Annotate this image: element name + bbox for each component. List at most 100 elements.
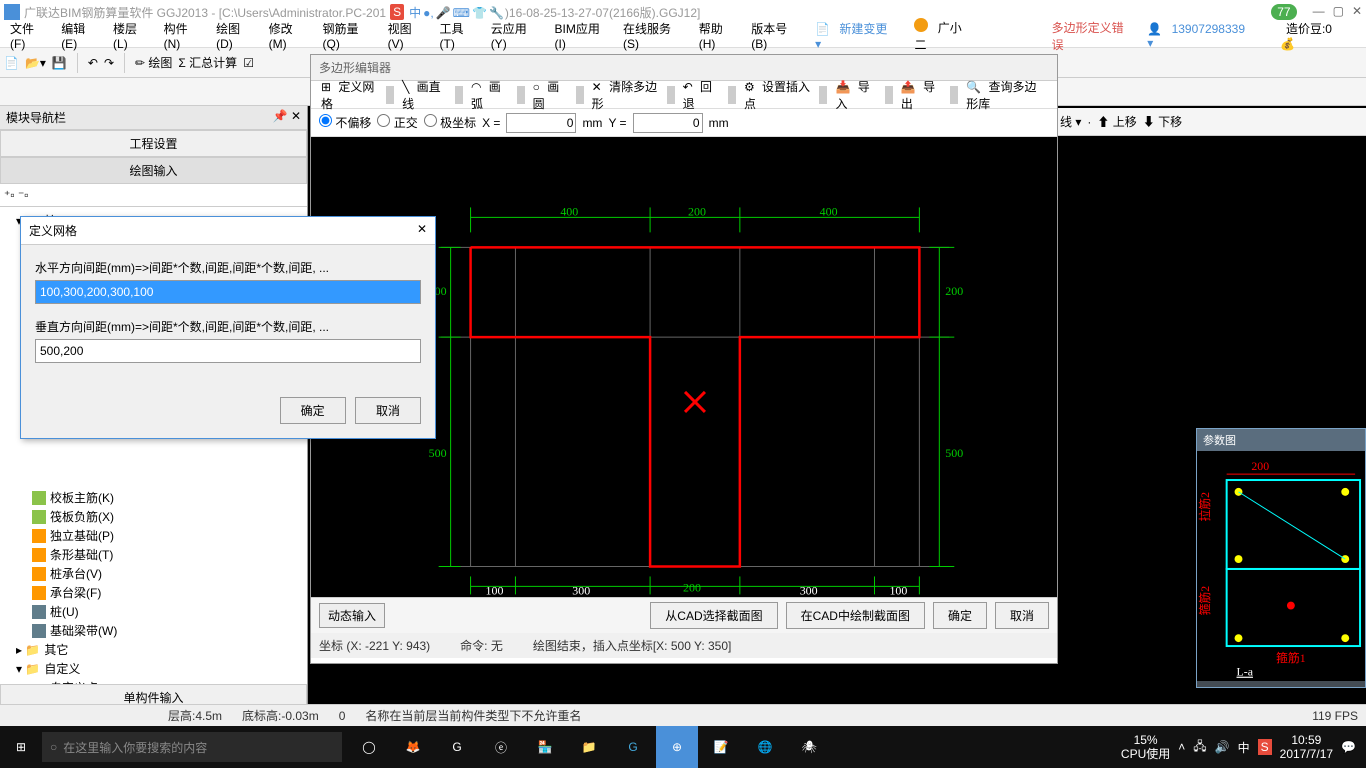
task-icon[interactable]: 🕷 [788, 726, 830, 768]
parameter-panel[interactable]: 参数图 200 拉筋2 箍筋2 箍筋1 L-a [1196, 428, 1366, 688]
clock[interactable]: 10:592017/7/17 [1280, 733, 1333, 762]
new-change[interactable]: 📄 新建变更 ▾ [809, 18, 908, 53]
task-icon[interactable]: G [612, 726, 654, 768]
opt-ortho[interactable]: 正交 [377, 114, 417, 131]
tray-net-icon[interactable]: 🖧 [1193, 737, 1206, 758]
menu-edit[interactable]: 编辑(E) [55, 18, 107, 53]
dialog-ok-button[interactable]: 确定 [280, 397, 346, 424]
expand-icon[interactable]: ⁺▫ [4, 188, 15, 202]
notification-icon[interactable]: 💬 [1341, 740, 1356, 754]
search-box[interactable]: ○ 在这里输入你要搜索的内容 [42, 732, 342, 762]
task-icon[interactable]: ⊕ [656, 726, 698, 768]
redo-icon[interactable]: ↷ [104, 56, 114, 70]
v-spacing-label: 垂直方向间距(mm)=>间距*个数,间距,间距*个数,间距, ... [35, 318, 421, 335]
save-icon[interactable]: 💾 [52, 56, 67, 70]
menu-modify[interactable]: 修改(M) [263, 18, 317, 53]
opt-no-offset[interactable]: 不偏移 [319, 114, 371, 131]
back-button[interactable]: ↶ 回退 [679, 76, 724, 114]
collapse-icon[interactable]: ⁻▫ [18, 188, 29, 202]
draw-line-button[interactable]: ╲ 画直线 [398, 76, 451, 114]
undo-icon[interactable]: ↶ [88, 56, 98, 70]
draw-button[interactable]: ✏ 绘图 [135, 54, 172, 71]
tray-up-icon[interactable]: ˄ [1178, 740, 1185, 754]
phone-label[interactable]: 👤 13907298339 ▾ [1141, 20, 1266, 52]
nav-header: 模块导航栏 📌 ✕ [0, 106, 307, 130]
insert-point-button[interactable]: ⚙ 设置插入点 [740, 76, 816, 114]
menu-tool[interactable]: 工具(T) [434, 18, 485, 53]
svg-text:200: 200 [688, 204, 706, 218]
dynamic-input-button[interactable]: 动态输入 [319, 603, 385, 628]
group-other[interactable]: ▸ 📁 其它 [2, 640, 305, 659]
up-btn[interactable]: ⬆ 上移 [1097, 113, 1136, 130]
dialog-cancel-button[interactable]: 取消 [355, 397, 421, 424]
dou-label[interactable]: 造价豆:0 💰 [1274, 18, 1362, 53]
tree-item[interactable]: 桩(U) [2, 602, 305, 621]
task-icon[interactable]: 📁 [568, 726, 610, 768]
close-pane-icon[interactable]: ✕ [291, 109, 301, 123]
poly-status: 坐标 (X: -221 Y: 943) 命令: 无 绘图结束，插入点坐标[X: … [311, 633, 1057, 658]
menu-cloud[interactable]: 云应用(Y) [485, 18, 549, 53]
group-custom[interactable]: ▾ 📁 自定义 [2, 659, 305, 678]
tray-vol-icon[interactable]: 🔊 [1215, 740, 1230, 754]
tab-project-settings[interactable]: 工程设置 [0, 130, 307, 157]
opt-polar[interactable]: 极坐标 [424, 114, 476, 131]
menu-bim[interactable]: BIM应用(I) [549, 18, 617, 53]
task-icon[interactable]: ◯ [348, 726, 390, 768]
menu-member[interactable]: 构件(N) [158, 18, 211, 53]
menu-rebar[interactable]: 钢筋量(Q) [317, 18, 382, 53]
menu-floor[interactable]: 楼层(L) [107, 18, 158, 53]
task-icon[interactable]: 🌐 [744, 726, 786, 768]
open-icon[interactable]: 📂▾ [25, 56, 46, 70]
svg-text:200: 200 [945, 284, 963, 298]
draw-circle-button[interactable]: ○ 画圆 [529, 76, 572, 114]
poly-ok-button[interactable]: 确定 [933, 602, 987, 629]
tree-item[interactable]: 筏板负筋(X) [2, 507, 305, 526]
tree-item[interactable]: 校板主筋(K) [2, 488, 305, 507]
tree-item[interactable]: 基础梁带(W) [2, 621, 305, 640]
define-grid-button[interactable]: ⊞ 定义网格 [317, 76, 382, 114]
down-btn[interactable]: ⬇ 下移 [1143, 113, 1182, 130]
export-button[interactable]: 📤 导出 [897, 76, 946, 114]
task-icon[interactable]: 📝 [700, 726, 742, 768]
menu-help[interactable]: 帮助(H) [693, 18, 746, 53]
pin-icon[interactable]: 📌 [273, 109, 288, 123]
user-label[interactable]: 广小二 [908, 16, 985, 55]
check-icon[interactable]: ☑ [243, 56, 254, 70]
menu-file[interactable]: 文件(F) [4, 18, 55, 53]
cad-draw-button[interactable]: 在CAD中绘制截面图 [786, 602, 925, 629]
tree-item[interactable]: 条形基础(T) [2, 545, 305, 564]
menubar: 文件(F) 编辑(E) 楼层(L) 构件(N) 绘图(D) 修改(M) 钢筋量(… [0, 24, 1366, 48]
new-icon[interactable]: 📄 [4, 56, 19, 70]
status-coord: 坐标 (X: -221 Y: 943) [319, 637, 430, 654]
sum-button[interactable]: Σ 汇总计算 [178, 54, 237, 71]
task-icon[interactable]: G [436, 726, 478, 768]
cad-select-button[interactable]: 从CAD选择截面图 [650, 602, 777, 629]
menu-online[interactable]: 在线服务(S) [617, 18, 693, 53]
menu-draw[interactable]: 绘图(D) [210, 18, 263, 53]
tree-item[interactable]: 桩承台(V) [2, 564, 305, 583]
tree-item[interactable]: 承台梁(F) [2, 583, 305, 602]
tray-sogou-icon[interactable]: S [1258, 739, 1272, 755]
v-spacing-input[interactable] [35, 339, 421, 363]
h-spacing-input[interactable] [35, 280, 421, 304]
clear-poly-button[interactable]: ✕ 清除多边形 [588, 76, 663, 114]
tree-item[interactable]: 独立基础(P) [2, 526, 305, 545]
x-input[interactable] [506, 113, 576, 133]
task-icon[interactable]: ⓔ [480, 726, 522, 768]
task-icon[interactable]: 🦊 [392, 726, 434, 768]
system-tray[interactable]: 15%CPU使用 ˄ 🖧 🔊 中 S 10:592017/7/17 💬 [1111, 733, 1366, 762]
tray-ime[interactable]: 中 [1238, 739, 1250, 756]
query-lib-button[interactable]: 🔍 查询多边形库 [962, 76, 1051, 114]
menu-view[interactable]: 视图(V) [382, 18, 434, 53]
task-icon[interactable]: 🏪 [524, 726, 566, 768]
poly-cancel-button[interactable]: 取消 [995, 602, 1049, 629]
y-input[interactable] [633, 113, 703, 133]
start-button[interactable]: ⊞ [0, 726, 42, 768]
dialog-close-icon[interactable]: ✕ [417, 222, 427, 239]
import-button[interactable]: 📥 导入 [831, 76, 880, 114]
menu-version[interactable]: 版本号(B) [745, 18, 809, 53]
taskbar: ⊞ ○ 在这里输入你要搜索的内容 ◯ 🦊 G ⓔ 🏪 📁 G ⊕ 📝 🌐 🕷 1… [0, 726, 1366, 768]
draw-arc-button[interactable]: ◠ 画弧 [467, 76, 513, 114]
tab-draw-input[interactable]: 绘图输入 [0, 157, 307, 184]
line-dd[interactable]: 线 ▾ [1060, 113, 1081, 130]
